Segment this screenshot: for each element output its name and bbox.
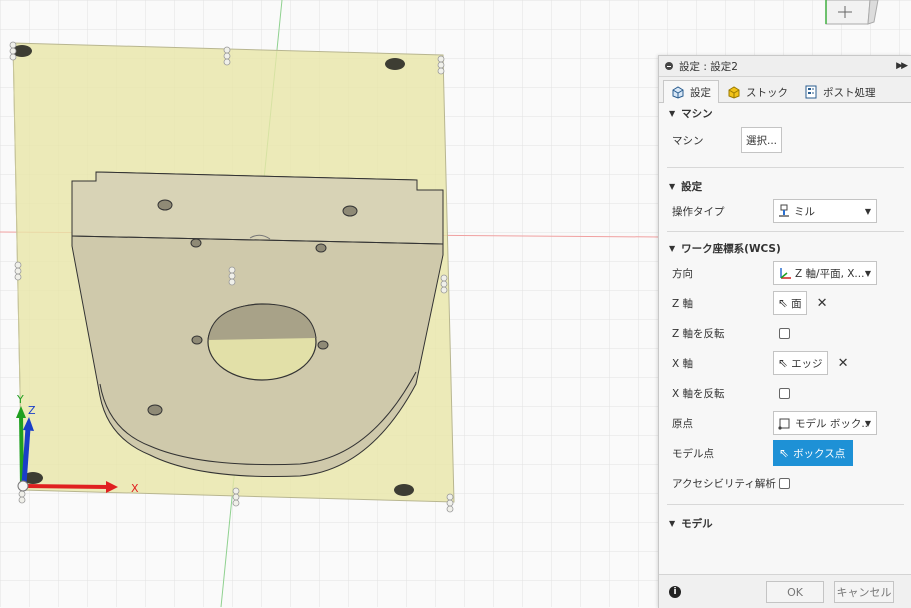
axis-orientation-icon xyxy=(780,268,791,279)
cursor-arrow-icon: ⇖ xyxy=(778,356,789,370)
section-setup-title: 設定 xyxy=(681,180,703,193)
section-wcs-title: ワーク座標系(WCS) xyxy=(681,242,781,255)
row-accessibility: アクセシビリティ解析 xyxy=(659,468,911,498)
tab-stock[interactable]: ストック xyxy=(719,80,796,103)
panel-content: ▼ マシン マシン 選択... ▼ 設定 操作タイプ ミル ▼ ▼ ワーク座標系… xyxy=(659,103,911,573)
cancel-button[interactable]: キャンセル xyxy=(834,581,894,603)
divider xyxy=(667,504,904,505)
panel-title: 設定 : 設定2 xyxy=(679,60,738,73)
dropdown-arrow-icon: ▼ xyxy=(864,207,871,216)
stock-box-icon xyxy=(728,86,740,99)
info-icon[interactable]: i xyxy=(669,586,681,598)
operation-type-value: ミル xyxy=(794,205,815,218)
dropdown-arrow-icon: ▼ xyxy=(864,419,871,428)
triangle-down-icon: ▼ xyxy=(669,518,676,528)
view-cube[interactable] xyxy=(825,0,879,25)
x-axis-label: X xyxy=(131,482,139,495)
row-machine: マシン 選択... xyxy=(659,123,911,157)
divider xyxy=(667,231,904,232)
x-axis-label: X 軸 xyxy=(672,357,694,370)
z-axis-clear-icon[interactable]: ✕ xyxy=(817,297,828,310)
panel-header: 設定 : 設定2 ▶▶ xyxy=(659,56,911,77)
model-point-value: ボックス点 xyxy=(793,447,846,460)
row-model-point: モデル点 ⇖ ボックス点 xyxy=(659,438,911,468)
setup-panel: 設定 : 設定2 ▶▶ 設定 ストック ポスト処理 ▼ マシン マシン 選択..… xyxy=(658,55,911,608)
origin-value: モデル ボック... xyxy=(795,417,867,430)
accessibility-checkbox[interactable] xyxy=(779,477,790,489)
triangle-down-icon: ▼ xyxy=(669,181,676,191)
z-axis-label: Z 軸 xyxy=(672,297,694,310)
tab-post-process[interactable]: ポスト処理 xyxy=(796,80,884,103)
divider xyxy=(667,167,904,168)
post-process-icon xyxy=(805,85,817,99)
row-x-axis: X 軸 ⇖ エッジ ✕ xyxy=(659,348,911,378)
section-model-header[interactable]: ▼ モデル xyxy=(659,513,911,533)
orientation-label: 方向 xyxy=(672,267,693,280)
orientation-value: Z 軸/平面, X... xyxy=(795,267,865,280)
z-axis-select-button[interactable]: ⇖ 面 xyxy=(773,291,807,315)
section-machine-header[interactable]: ▼ マシン xyxy=(659,103,911,123)
tab-setup[interactable]: 設定 xyxy=(663,80,719,103)
machine-select-button[interactable]: 選択... xyxy=(741,127,783,153)
triangle-down-icon: ▼ xyxy=(669,243,676,253)
setup-icon xyxy=(672,86,684,99)
x-axis-value: エッジ xyxy=(791,357,823,370)
section-model-title: モデル xyxy=(681,517,713,530)
flip-z-label: Z 軸を反転 xyxy=(672,327,725,340)
origin-label: 原点 xyxy=(672,417,693,430)
origin-select[interactable]: モデル ボック... ▼ xyxy=(773,411,877,435)
section-machine-title: マシン xyxy=(681,107,713,120)
dropdown-arrow-icon: ▼ xyxy=(864,269,871,278)
accessibility-label: アクセシビリティ解析 xyxy=(672,477,776,490)
row-operation-type: 操作タイプ ミル ▼ xyxy=(659,196,911,226)
flip-z-checkbox[interactable] xyxy=(779,327,790,339)
flip-x-checkbox[interactable] xyxy=(779,387,790,399)
model-point-label: モデル点 xyxy=(672,447,714,460)
tab-post-process-label: ポスト処理 xyxy=(823,86,876,99)
row-origin: 原点 モデル ボック... ▼ xyxy=(659,408,911,438)
panel-footer: i OK キャンセル xyxy=(659,574,911,608)
model-box-icon xyxy=(778,418,790,430)
mill-icon xyxy=(779,204,789,217)
section-wcs-header[interactable]: ▼ ワーク座標系(WCS) xyxy=(659,238,911,258)
x-axis-select-button[interactable]: ⇖ エッジ xyxy=(773,351,828,375)
cursor-arrow-icon: ⇖ xyxy=(778,296,789,310)
row-flip-x: X 軸を反転 xyxy=(659,378,911,408)
z-axis-label: Z xyxy=(28,404,36,417)
ok-button[interactable]: OK xyxy=(766,581,824,603)
y-axis-label: Y xyxy=(16,393,24,406)
model-point-button[interactable]: ⇖ ボックス点 xyxy=(773,440,854,466)
collapse-icon[interactable] xyxy=(665,62,673,70)
x-axis-clear-icon[interactable]: ✕ xyxy=(838,357,849,370)
row-flip-z: Z 軸を反転 xyxy=(659,318,911,348)
orientation-select[interactable]: Z 軸/平面, X... ▼ xyxy=(773,261,877,285)
triangle-down-icon: ▼ xyxy=(669,108,676,118)
cursor-arrow-icon: ⇖ xyxy=(779,446,790,460)
tab-setup-label: 設定 xyxy=(690,86,711,99)
double-chevron-right-icon[interactable]: ▶▶ xyxy=(896,61,908,71)
operation-type-label: 操作タイプ xyxy=(672,205,725,218)
machine-label: マシン xyxy=(672,134,704,147)
flip-x-label: X 軸を反転 xyxy=(672,387,725,400)
z-axis-value: 面 xyxy=(791,297,802,310)
tab-stock-label: ストック xyxy=(746,86,788,99)
panel-tabs: 設定 ストック ポスト処理 xyxy=(659,77,911,103)
section-setup-header[interactable]: ▼ 設定 xyxy=(659,176,911,196)
row-orientation: 方向 Z 軸/平面, X... ▼ xyxy=(659,258,911,288)
row-z-axis: Z 軸 ⇖ 面 ✕ xyxy=(659,288,911,318)
operation-type-select[interactable]: ミル ▼ xyxy=(773,199,877,223)
